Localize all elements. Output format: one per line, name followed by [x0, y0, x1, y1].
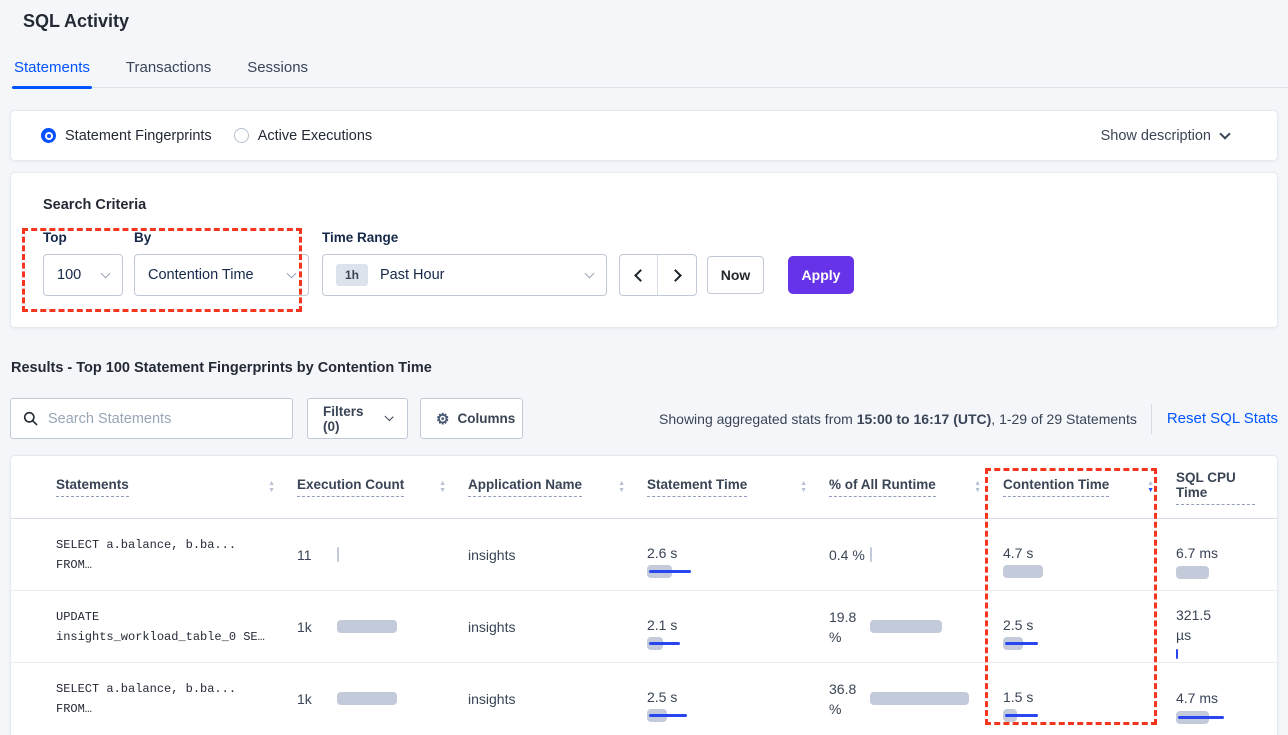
- tab-transactions[interactable]: Transactions: [124, 57, 213, 87]
- contention-time-cell: 2.5 s: [1003, 617, 1176, 637]
- statement-fingerprint-link[interactable]: UPDATE insights_workload_table_0 SE…: [46, 607, 297, 647]
- radio-label: Statement Fingerprints: [65, 128, 212, 144]
- header-statements[interactable]: Statements ▲▼: [46, 477, 297, 497]
- search-statements-input[interactable]: [48, 411, 280, 427]
- chevron-down-icon: [384, 412, 393, 421]
- execution-count-bar: [337, 692, 442, 706]
- header-application-name[interactable]: Application Name ▲▼: [468, 477, 647, 497]
- application-name-cell: insights: [468, 691, 647, 707]
- sort-icon[interactable]: ▲▼: [1147, 481, 1154, 494]
- sort-icon[interactable]: ▲▼: [268, 481, 275, 494]
- application-name-cell: insights: [468, 619, 647, 635]
- statement-time-cell: 2.1 s: [647, 617, 829, 637]
- runtime-pct-bar: [870, 620, 975, 634]
- chevron-down-icon: [287, 268, 297, 278]
- execution-count-bar: [337, 620, 442, 634]
- statement-time-cell: 2.5 s: [647, 689, 829, 709]
- header-sql-cpu-time[interactable]: SQL CPU Time: [1176, 470, 1277, 505]
- view-mode-bar: Statement Fingerprints Active Executions…: [10, 110, 1278, 161]
- next-interval-button[interactable]: [658, 255, 696, 295]
- header-contention-time[interactable]: Contention Time ▲▼: [1003, 477, 1176, 497]
- tab-bar: Statements Transactions Sessions: [10, 57, 1288, 88]
- search-icon: [23, 411, 38, 426]
- gear-icon: ⚙: [436, 410, 449, 428]
- sql-cpu-time-cell: 6.7 ms: [1176, 543, 1277, 566]
- filters-label: Filters (0): [323, 404, 378, 434]
- show-description-toggle[interactable]: Show description: [1101, 128, 1247, 144]
- show-description-label: Show description: [1101, 128, 1211, 144]
- top-label: Top: [43, 230, 67, 245]
- runtime-pct-bar: [870, 548, 975, 562]
- execution-count-bar: [337, 548, 442, 562]
- table-row: SELECT a.balance, b.ba... FROM… 11 insig…: [11, 519, 1277, 591]
- sql-cpu-time-cell: 321.5 µs: [1176, 605, 1277, 648]
- statements-table: Statements ▲▼ Execution Count ▲▼ Applica…: [10, 455, 1278, 735]
- search-statements-box: [10, 398, 293, 439]
- header-execution-count[interactable]: Execution Count ▲▼: [297, 477, 468, 497]
- columns-button[interactable]: ⚙ Columns: [420, 398, 523, 439]
- sort-icon[interactable]: ▲▼: [974, 481, 981, 494]
- sql-activity-page: SQL Activity Statements Transactions Ses…: [0, 0, 1288, 735]
- top-select[interactable]: 100: [43, 254, 123, 296]
- radio-button-icon[interactable]: [41, 128, 56, 143]
- search-criteria-heading: Search Criteria: [43, 197, 146, 213]
- chevron-down-icon: [1219, 128, 1230, 139]
- sort-icon[interactable]: ▲▼: [618, 481, 625, 494]
- execution-count-cell: 11: [297, 547, 468, 563]
- results-heading: Results - Top 100 Statement Fingerprints…: [11, 360, 432, 376]
- statement-fingerprint-link[interactable]: SELECT a.balance, b.ba... FROM…: [46, 679, 297, 719]
- table-row: SELECT a.balance, b.ba... FROM… 1k insig…: [11, 663, 1277, 735]
- table-header-row: Statements ▲▼ Execution Count ▲▼ Applica…: [11, 456, 1277, 519]
- chevron-down-icon: [585, 268, 595, 278]
- time-range-value: Past Hour: [380, 267, 444, 283]
- sql-cpu-time-cell: 4.7 ms: [1176, 688, 1277, 711]
- chevron-left-icon: [634, 269, 647, 282]
- results-toolbar: Filters (0) ⚙ Columns Showing aggregated…: [10, 398, 1278, 440]
- execution-count-cell: 1k: [297, 691, 468, 707]
- apply-button[interactable]: Apply: [788, 256, 854, 294]
- top-select-value: 100: [57, 267, 81, 283]
- time-range-label: Time Range: [322, 230, 398, 245]
- runtime-pct-cell: 19.8 %: [829, 607, 1003, 647]
- by-select-value: Contention Time: [148, 267, 254, 283]
- execution-count-cell: 1k: [297, 619, 468, 635]
- table-row: UPDATE insights_workload_table_0 SE… 1k …: [11, 591, 1277, 663]
- columns-label: Columns: [457, 411, 515, 426]
- chevron-down-icon: [101, 268, 111, 278]
- runtime-pct-cell: 36.8 %: [829, 679, 1003, 719]
- statement-fingerprint-link[interactable]: SELECT a.balance, b.ba... FROM…: [46, 535, 297, 575]
- time-range-select[interactable]: 1h Past Hour: [322, 254, 607, 296]
- page-title: SQL Activity: [23, 11, 129, 32]
- header-runtime-pct[interactable]: % of All Runtime ▲▼: [829, 477, 1003, 497]
- contention-time-cell: 1.5 s: [1003, 689, 1176, 709]
- sort-icon[interactable]: ▲▼: [439, 481, 446, 494]
- sort-icon[interactable]: ▲▼: [800, 481, 807, 494]
- runtime-pct-cell: 0.4 %: [829, 545, 1003, 565]
- application-name-cell: insights: [468, 547, 647, 563]
- tab-statements[interactable]: Statements: [12, 57, 92, 87]
- radio-statement-fingerprints[interactable]: Statement Fingerprints: [41, 128, 212, 144]
- chevron-right-icon: [669, 269, 682, 282]
- runtime-pct-bar: [870, 692, 975, 706]
- tab-sessions[interactable]: Sessions: [245, 57, 310, 87]
- by-label: By: [134, 230, 151, 245]
- filters-button[interactable]: Filters (0): [307, 398, 408, 439]
- contention-time-cell: 4.7 s: [1003, 545, 1176, 565]
- toolbar-right: Showing aggregated stats from 15:00 to 1…: [659, 398, 1278, 439]
- time-shift-controls: [619, 254, 697, 296]
- time-range-badge: 1h: [336, 264, 368, 286]
- reset-sql-stats-link[interactable]: Reset SQL Stats: [1151, 404, 1278, 434]
- previous-interval-button[interactable]: [620, 255, 658, 295]
- by-select[interactable]: Contention Time: [134, 254, 309, 296]
- radio-button-icon[interactable]: [234, 128, 249, 143]
- header-statement-time[interactable]: Statement Time ▲▼: [647, 477, 829, 497]
- radio-active-executions[interactable]: Active Executions: [234, 128, 372, 144]
- now-button[interactable]: Now: [707, 256, 764, 294]
- search-criteria-panel: Search Criteria Top 100 By Contention Ti…: [10, 172, 1278, 328]
- radio-label: Active Executions: [258, 128, 372, 144]
- aggregated-stats-text: Showing aggregated stats from 15:00 to 1…: [659, 411, 1137, 427]
- statement-time-cell: 2.6 s: [647, 545, 829, 565]
